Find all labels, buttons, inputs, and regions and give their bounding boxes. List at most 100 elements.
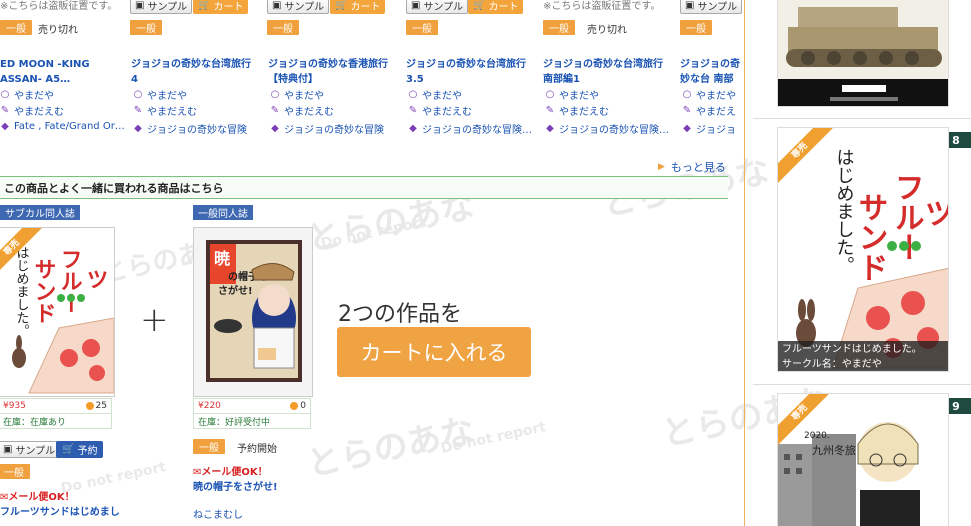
price-row: ¥935 25	[0, 398, 112, 414]
mail-ok-label: ✉メール便OK！	[0, 492, 75, 503]
sample-button[interactable]: ▣ サンプル	[406, 0, 469, 14]
circle-link[interactable]: ○ やまだや	[270, 87, 324, 102]
tag-icon: ◆	[409, 123, 417, 134]
pen-icon: ✎	[682, 105, 692, 116]
circle-icon: ○	[270, 89, 280, 100]
circle-icon: ○	[545, 89, 555, 100]
tag-icon: ◆	[271, 123, 279, 134]
add-bundle-to-cart-button[interactable]: カートに入れる	[337, 327, 531, 377]
svg-text:2020.: 2020.	[804, 431, 830, 441]
stock-status: 在庫：在庫あり	[0, 414, 112, 429]
mail-ok-label: ✉メール便OK！	[193, 467, 268, 478]
cover-art: 暁 の帽子を さがせ!	[194, 228, 312, 396]
image-icon: ▣	[135, 0, 145, 11]
section-heading: この商品とよく一緒に買われる商品はこちら	[0, 176, 728, 199]
genre-link[interactable]: ◆ ジョジョの奇妙な冒険	[133, 121, 247, 136]
cart-button[interactable]: 🛒 カート	[330, 0, 386, 14]
cover-art: フルー ツ サンド はじめました。	[778, 128, 950, 371]
cart-button[interactable]: 🛒 カート	[193, 0, 249, 14]
genre-link[interactable]: ◆ ジョジョの奇妙な冒険…	[545, 121, 669, 136]
ranking-cover-tank[interactable]	[777, 0, 949, 107]
general-tag: 一般	[543, 20, 575, 35]
author-link[interactable]: ✎ やまだえむ	[270, 103, 334, 118]
product-title-link[interactable]: ジョジョの奇妙な香港旅行【特典付】	[268, 57, 392, 87]
divider	[753, 384, 971, 385]
genre-link[interactable]: ◆ ジョジョの奇妙な冒険…	[408, 121, 532, 136]
divider	[744, 0, 745, 526]
circle-icon: ○	[408, 89, 418, 100]
general-tag: 一般	[0, 464, 30, 479]
author-link[interactable]: ✎ やまだえむ	[545, 103, 609, 118]
author-link[interactable]: ✎ やまだえむ	[408, 103, 472, 118]
cart-icon: 🛒	[198, 0, 211, 11]
sample-button[interactable]: ▣ サンプル	[680, 0, 743, 14]
general-tag: 一般	[267, 20, 299, 35]
circle-icon: ○	[682, 89, 692, 100]
author-link[interactable]: ✎ やまだえ	[682, 103, 736, 118]
sold-out-label: 売り切れ	[587, 25, 627, 36]
product-title-link[interactable]: ジョジョの奇妙な台 南部編2	[680, 57, 742, 87]
arrow-right-icon: ▶	[658, 162, 665, 172]
watermark: Do not report	[439, 419, 548, 457]
image-icon: ▣	[685, 0, 695, 11]
stock-note: ※こちらは盗販征置です。	[543, 1, 661, 12]
divider	[753, 118, 971, 119]
circle-link[interactable]: ○ やまだや	[133, 87, 187, 102]
circle-icon: ○	[0, 89, 10, 100]
watermark: とらのあな	[303, 410, 479, 486]
product-title-link[interactable]: ジョジョの奇妙な台湾旅行 4	[131, 57, 261, 87]
circle-link[interactable]: ねこまむし	[193, 506, 243, 521]
author-link[interactable]: ✎ やまだえむ	[133, 103, 197, 118]
circle-link[interactable]: ○ やまだや	[545, 87, 599, 102]
bundle-description: 2つの作品を	[338, 302, 462, 327]
svg-text:サンド: サンド	[31, 258, 56, 324]
svg-text:さがせ!: さがせ!	[218, 284, 253, 297]
genre-link[interactable]: ◆ ジョジョ	[682, 121, 742, 136]
ranking-cover-travel[interactable]: 2020. 九州冬旅 専売	[777, 393, 949, 526]
sample-button[interactable]: ▣ サンプル	[130, 0, 193, 14]
sample-button[interactable]: ▣ サンプル	[267, 0, 330, 14]
svg-text:ツ: ツ	[919, 198, 950, 228]
circle-icon: ○	[133, 89, 143, 100]
pen-icon: ✎	[133, 105, 143, 116]
watermark: Do not report	[319, 214, 428, 252]
category-tag[interactable]: 一般同人誌	[193, 205, 253, 220]
tag-icon: ◆	[134, 123, 142, 134]
stock-note: ※こちらは盗販征置です。	[0, 1, 118, 12]
pen-icon: ✎	[270, 105, 280, 116]
circle-link[interactable]: ○ やまだや	[682, 87, 736, 102]
general-tag: 一般	[680, 20, 712, 35]
category-tag[interactable]: サブカル同人誌	[0, 205, 80, 220]
ranking-cover-fruit-sandwich[interactable]: フルー ツ サンド はじめました。 専売 フルーツサンドはじめました。 サークル…	[777, 127, 949, 372]
product-title-link[interactable]: 暁の帽子をさがせ!	[193, 478, 278, 493]
product-title-link[interactable]: ED MOON -KING ASSAN- A5…	[0, 57, 120, 87]
image-icon: ▣	[272, 0, 282, 11]
cart-button[interactable]: 🛒 カート	[468, 0, 524, 14]
reserve-button[interactable]: 🛒 予約	[56, 441, 104, 458]
genre-link[interactable]: ◆ ジョジョの奇妙な冒険	[270, 121, 384, 136]
coin-icon	[290, 402, 299, 410]
price-row: ¥220 0	[193, 398, 311, 414]
ranking-caption: フルーツサンドはじめました。 サークル名：やまだや	[778, 341, 948, 371]
svg-text:はじめました。: はじめました。	[14, 246, 29, 337]
tag-icon: ◆	[683, 123, 691, 134]
author-link[interactable]: ✎ やまだえむ	[0, 103, 64, 118]
product-title-link[interactable]: フルーツサンドはじめまし	[0, 503, 120, 518]
image-icon: ▣	[3, 444, 13, 455]
more-link[interactable]: ▶ もっと見る	[658, 159, 726, 175]
pen-icon: ✎	[408, 105, 418, 116]
product-cover-akatsuki[interactable]: 暁 の帽子を さがせ!	[193, 227, 313, 397]
sample-button[interactable]: ▣ サンプル	[0, 441, 61, 458]
circle-link[interactable]: ○ やまだや	[0, 87, 54, 102]
cover-art	[778, 0, 948, 106]
circle-link[interactable]: ○ やまだや	[408, 87, 462, 102]
svg-text:サンド: サンド	[853, 192, 888, 282]
product-title-link[interactable]: ジョジョの奇妙な台湾旅行 南部編1	[543, 57, 667, 87]
plus-sign: +	[140, 300, 169, 340]
cart-icon: 🛒	[62, 444, 75, 455]
product-title-link[interactable]: ジョジョの奇妙な台湾旅行 3.5	[406, 57, 530, 87]
product-cover-fruit-sandwich[interactable]: フルー ツ サンド はじめました。 専売	[0, 227, 115, 397]
svg-text:フルー: フルー	[57, 248, 82, 314]
cart-icon: 🛒	[473, 0, 486, 11]
genre-link[interactable]: ◆ Fate , Fate/Grand Or…	[0, 121, 125, 132]
